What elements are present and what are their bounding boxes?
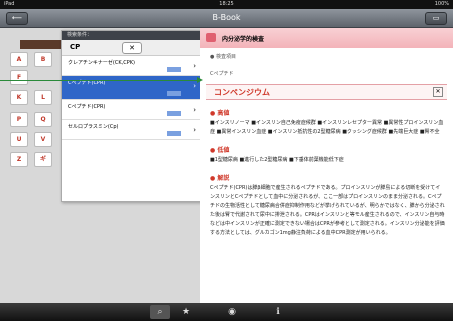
chevron-right-icon: › bbox=[193, 62, 196, 70]
detail-section: ● 解説 Cペプチド(CPR)は膵β細胞で産生されるペプチドである。プロインスリン… bbox=[210, 173, 445, 238]
source-badge bbox=[167, 67, 181, 72]
entry-value: Cペプチド bbox=[210, 71, 234, 77]
result-label: クレアチンキナーゼ(CK,CPK) bbox=[68, 60, 135, 66]
search-condition-label: 検索条件： bbox=[62, 31, 201, 40]
callout-arrow-icon bbox=[197, 77, 203, 83]
result-row[interactable]: クレアチンキナーゼ(CK,CPK) › bbox=[62, 56, 201, 76]
index-key-6[interactable]: Q bbox=[34, 112, 52, 127]
index-key-10[interactable]: ギ bbox=[34, 152, 52, 167]
info-tab[interactable]: ℹ bbox=[268, 305, 288, 319]
index-key-8[interactable]: V bbox=[34, 132, 52, 147]
index-key-7[interactable]: U bbox=[10, 132, 28, 147]
term-title: コンペンジウム bbox=[214, 88, 270, 97]
close-icon[interactable]: ✕ bbox=[433, 87, 443, 97]
source-badge bbox=[167, 111, 181, 116]
index-key-9[interactable]: Z bbox=[10, 152, 28, 167]
menu-button[interactable]: ▭ bbox=[425, 12, 447, 25]
category-icon bbox=[206, 33, 216, 42]
index-key-4[interactable]: L bbox=[34, 90, 52, 105]
source-badge bbox=[167, 91, 181, 96]
chevron-right-icon: › bbox=[193, 126, 196, 134]
status-bar: iPad 18:25 100% bbox=[0, 0, 453, 9]
result-label: セルロプラスミン(Cp) bbox=[68, 124, 119, 130]
section-heading: ● 高値 bbox=[210, 110, 230, 117]
chevron-right-icon: › bbox=[193, 106, 196, 114]
navigation-bar: ⟵ B-Book ▭ bbox=[0, 9, 453, 28]
result-label: Cペプチド(CPR) bbox=[68, 104, 106, 110]
section-body: ■インスリノーマ ■インスリン自己免疫症候群 ■インスリンレセプター異常 ■異常… bbox=[210, 120, 444, 135]
search-field[interactable]: CP ✕ bbox=[62, 40, 201, 56]
callout-line bbox=[0, 80, 200, 81]
category-banner: 内分泌学的検査 bbox=[200, 28, 453, 48]
section-body: Cペプチド(CPR)は膵β細胞で産生されるペプチドである。プロインスリンが膵島に… bbox=[210, 185, 445, 236]
search-query[interactable]: CP bbox=[70, 43, 80, 51]
history-tab[interactable]: ◉ bbox=[222, 305, 242, 319]
result-row[interactable]: Cペプチド(CPR) › bbox=[62, 100, 201, 120]
clock: 18:25 bbox=[219, 1, 234, 7]
term-header: コンペンジウム ✕ bbox=[206, 84, 447, 100]
detail-section: ● 高値 ■インスリノーマ ■インスリン自己免疫症候群 ■インスリンレセプター異常… bbox=[210, 108, 445, 137]
section-body: ■1型糖尿病 ■進行した2型糖尿病 ■下垂体前葉機能低下症 bbox=[210, 157, 344, 163]
index-key-0[interactable]: A bbox=[10, 52, 28, 67]
battery-indicator: 100% bbox=[434, 1, 449, 7]
section-heading: ● 低値 bbox=[210, 147, 230, 154]
search-tab[interactable]: ⌕ bbox=[150, 305, 170, 319]
index-key-3[interactable]: K bbox=[10, 90, 28, 105]
entry-label: ● 検査項目 bbox=[210, 54, 236, 60]
result-row[interactable]: セルロプラスミン(Cp) › bbox=[62, 120, 201, 140]
favorites-tab[interactable]: ★ bbox=[176, 305, 196, 319]
source-badge bbox=[167, 131, 181, 136]
clear-search-button[interactable]: ✕ bbox=[122, 42, 142, 54]
category-title: 内分泌学的検査 bbox=[222, 36, 265, 43]
app-title: B-Book bbox=[212, 13, 241, 22]
detail-pane: 内分泌学的検査 ● 検査項目 Cペプチド コンペンジウム ✕ ● 高値 ■インスリ… bbox=[200, 28, 453, 303]
section-heading: ● 解説 bbox=[210, 175, 230, 182]
index-key-5[interactable]: P bbox=[10, 112, 28, 127]
tab-bar: ⌕ ★ ◉ ℹ bbox=[0, 303, 453, 321]
index-key-1[interactable]: B bbox=[34, 52, 52, 67]
chevron-right-icon: › bbox=[193, 82, 196, 90]
index-key-2[interactable]: F bbox=[10, 70, 28, 85]
search-results-popover: 検索条件： CP ✕ クレアチンキナーゼ(CK,CPK) › Cペプチド(CPR) ›… bbox=[61, 30, 202, 202]
detail-section: ● 低値 ■1型糖尿病 ■進行した2型糖尿病 ■下垂体前葉機能低下症 bbox=[210, 145, 445, 165]
